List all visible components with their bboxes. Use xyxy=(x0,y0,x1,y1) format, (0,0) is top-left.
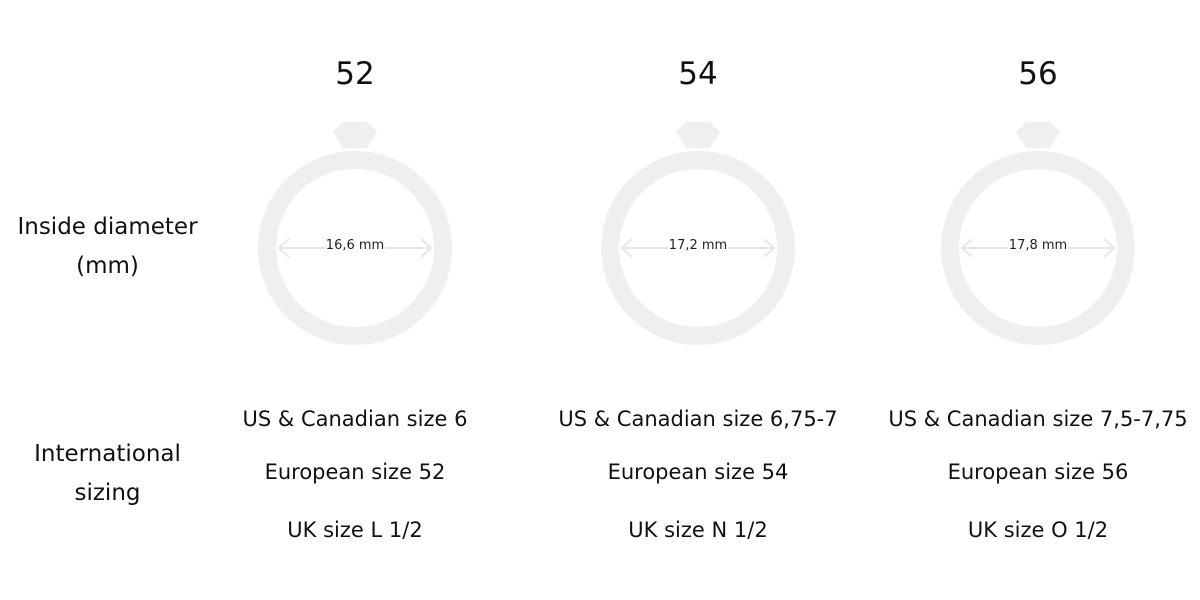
european-size: European size 52 xyxy=(264,460,446,484)
us-canadian-size: US & Canadian size 6,75-7 xyxy=(558,407,838,431)
ring-icon xyxy=(258,122,452,345)
inside-diameter-label-line1: Inside diameter xyxy=(17,214,198,240)
ring-illustration: 16,6 mm xyxy=(255,118,455,354)
ring-size-title: 56 xyxy=(1018,56,1058,92)
international-sizing-label-line2: sizing xyxy=(74,480,141,506)
european-size: European size 54 xyxy=(607,460,789,484)
ring-size-column-56: 56 17,8 mm US & Canadian size 7,5-7,75 E… xyxy=(868,0,1200,600)
ring-size-title: 54 xyxy=(678,56,718,92)
inside-diameter-value: 17,8 mm xyxy=(1008,238,1068,253)
ring-illustration: 17,2 mm xyxy=(598,118,798,354)
uk-size: UK size N 1/2 xyxy=(628,518,768,542)
ring-size-title: 52 xyxy=(335,56,375,92)
inside-diameter-label: Inside diameter (mm) xyxy=(0,208,215,286)
international-sizing-label-line1: International xyxy=(34,441,181,467)
ring-size-column-54: 54 17,2 mm US & Canadian size 6,75-7 Eur… xyxy=(528,0,868,600)
inside-diameter-value: 17,2 mm xyxy=(668,238,728,253)
us-canadian-size: US & Canadian size 7,5-7,75 xyxy=(888,407,1188,431)
uk-size: UK size L 1/2 xyxy=(287,518,423,542)
ring-size-column-52: 52 16,6 mm US & Canadian size 6 European… xyxy=(185,0,525,600)
us-canadian-size: US & Canadian size 6 xyxy=(242,407,468,431)
ring-icon xyxy=(941,122,1135,345)
inside-diameter-value: 16,6 mm xyxy=(325,238,385,253)
ring-illustration: 17,8 mm xyxy=(938,118,1138,354)
inside-diameter-label-line2: (mm) xyxy=(76,253,139,279)
international-sizing-label: International sizing xyxy=(0,435,215,513)
european-size: European size 56 xyxy=(947,460,1129,484)
uk-size: UK size O 1/2 xyxy=(967,518,1109,542)
ring-icon xyxy=(601,122,795,345)
